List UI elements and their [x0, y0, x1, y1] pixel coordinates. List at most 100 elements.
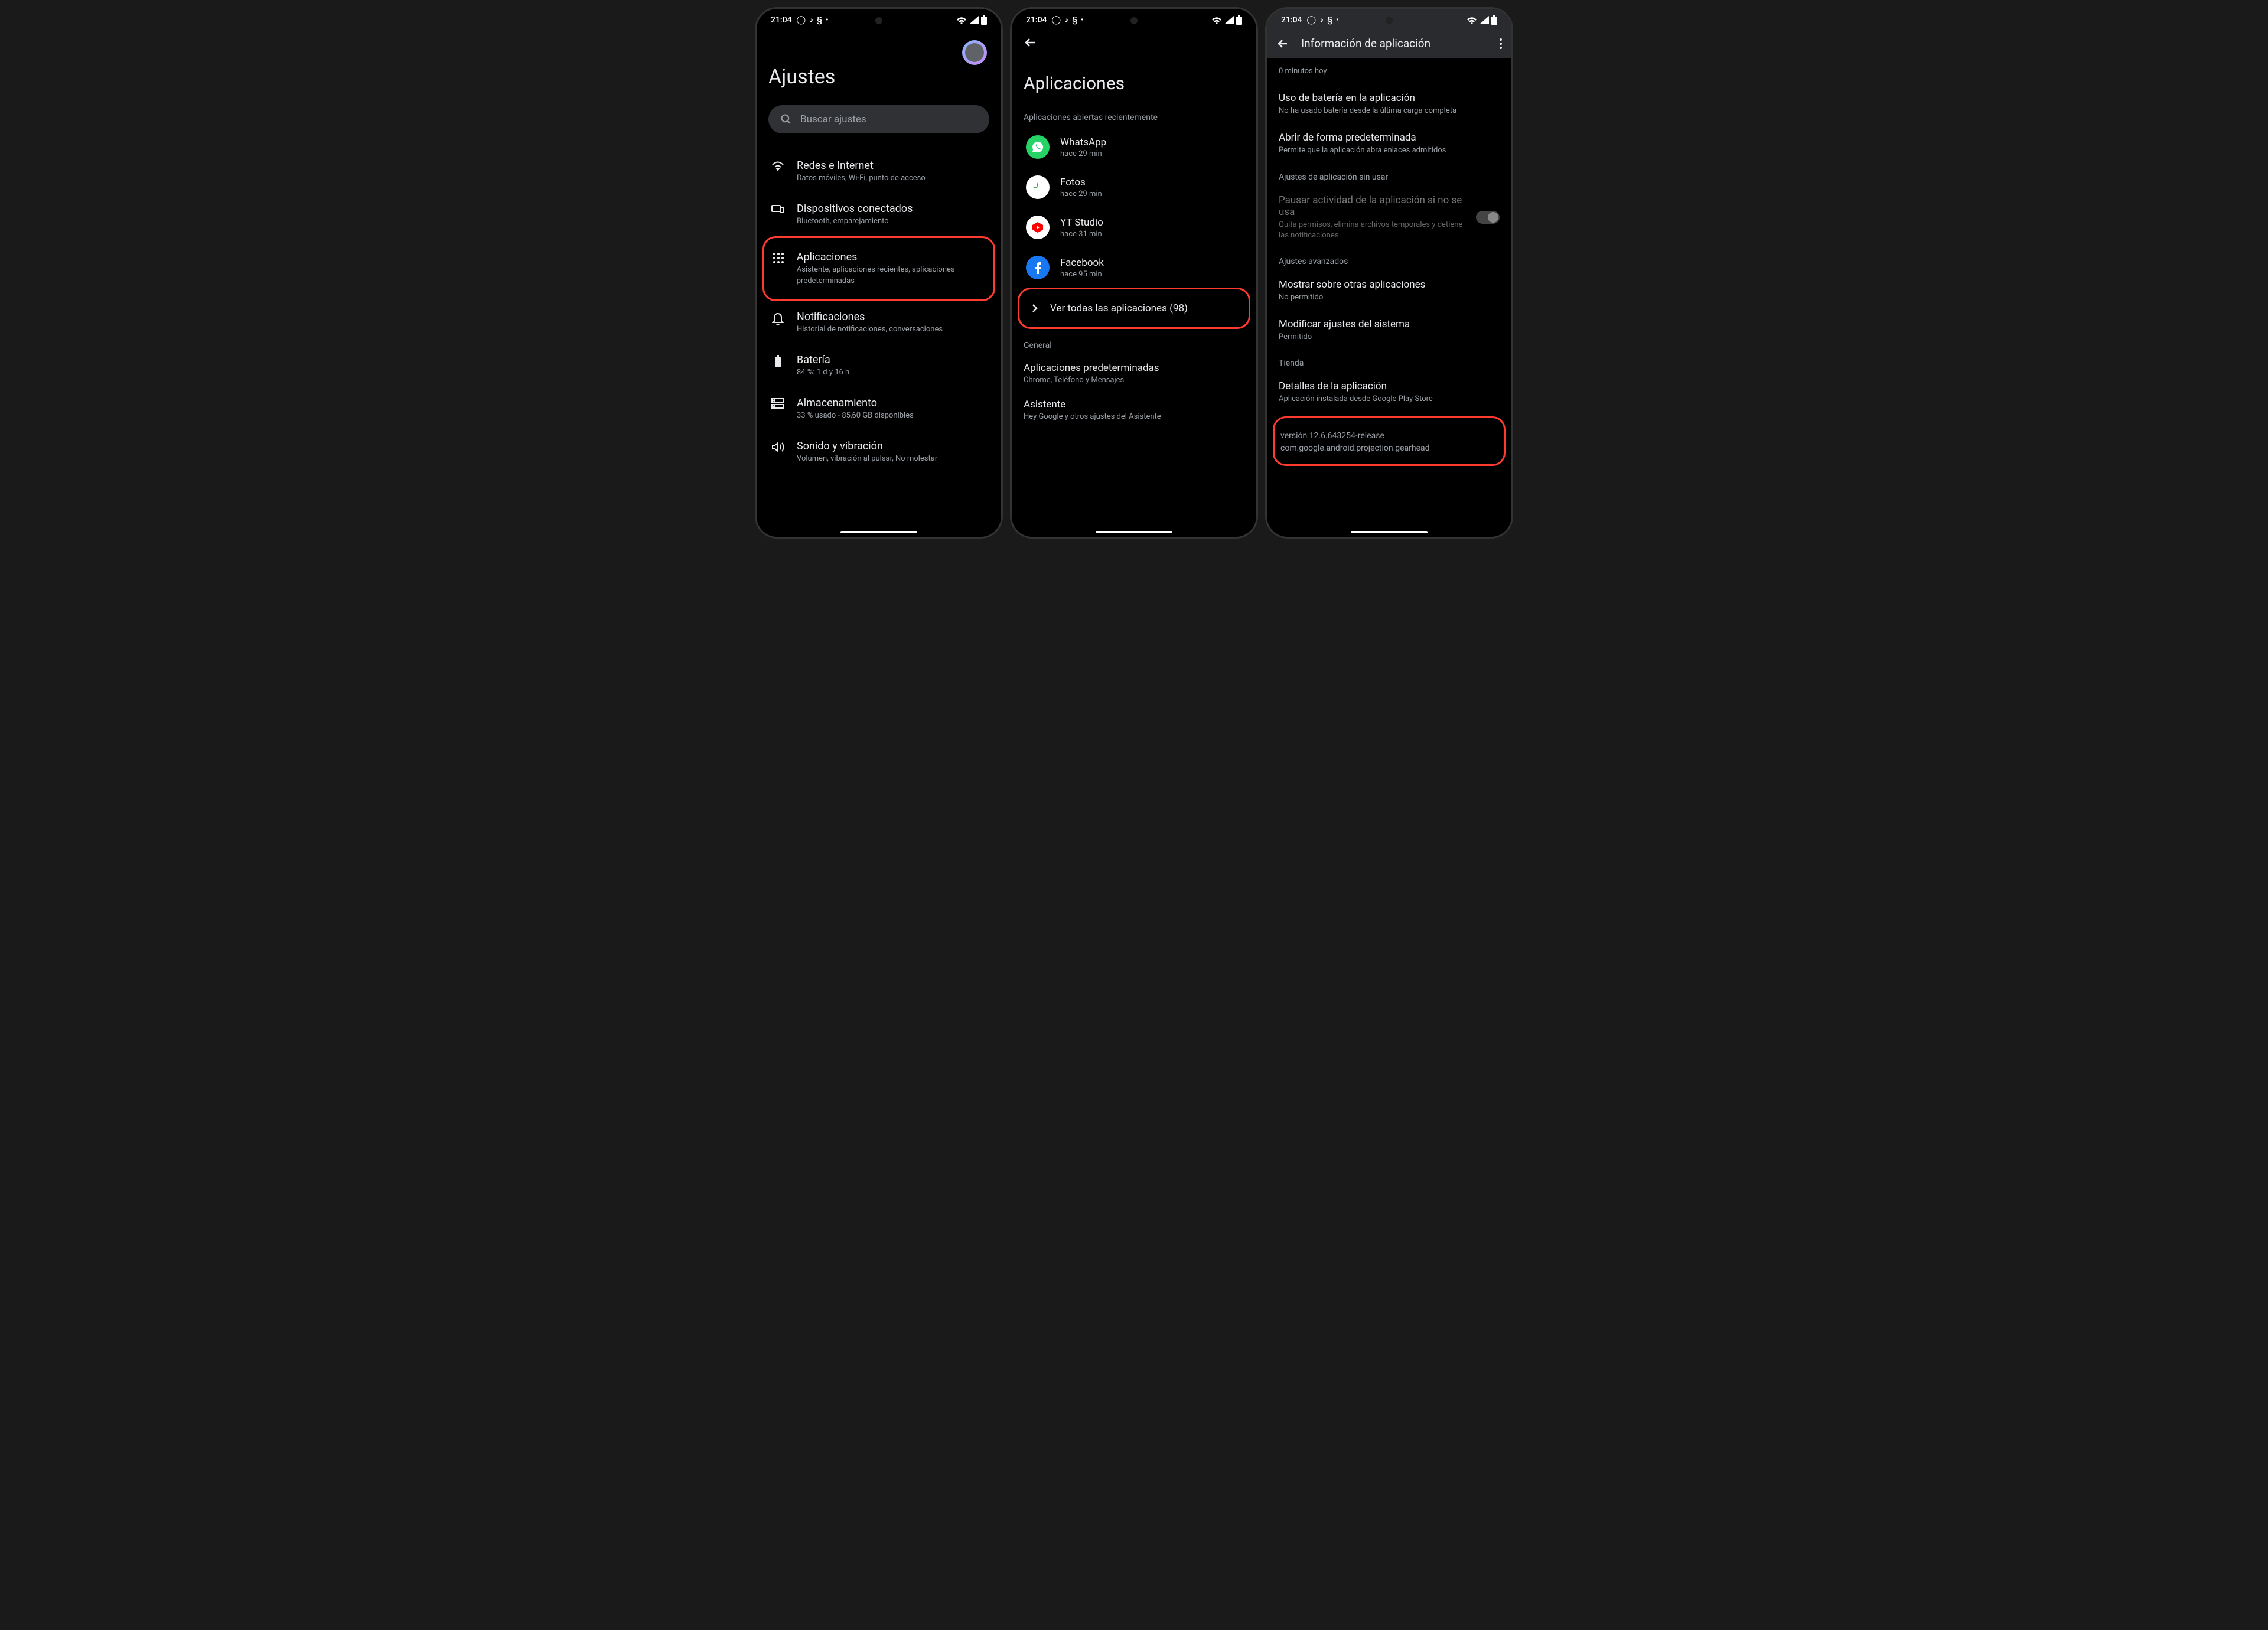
app-sub: hace 29 min: [1060, 190, 1102, 198]
search-placeholder: Buscar ajustes: [800, 113, 866, 125]
page-title: Ajustes: [768, 65, 989, 89]
overflow-menu-button[interactable]: [1500, 38, 1502, 49]
app-label: YT Studio: [1060, 217, 1103, 229]
facebook-icon: [1026, 256, 1050, 279]
status-right-icons: [1467, 15, 1497, 25]
tiktok-status-icon: ♪: [809, 15, 813, 25]
app-sub: hace 29 min: [1060, 149, 1106, 158]
row-open-default[interactable]: Abrir de forma predeterminada Permite qu…: [1279, 124, 1500, 164]
arrow-back-icon: [1024, 35, 1038, 50]
see-all-label: Ver todas las aplicaciones (98): [1050, 302, 1188, 314]
app-row-ytstudio[interactable]: YT Studio hace 31 min: [1024, 207, 1244, 247]
threads-status-icon: §: [817, 15, 822, 25]
row-battery[interactable]: Batería 84 %: 1 d y 16 h: [768, 344, 989, 387]
see-all-apps-row[interactable]: Ver todas las aplicaciones (98): [1025, 293, 1243, 324]
row-app-details[interactable]: Detalles de la aplicación Aplicación ins…: [1279, 373, 1500, 412]
package-name: com.google.android.projection.gearhead: [1280, 442, 1498, 455]
back-button[interactable]: [1024, 28, 1244, 50]
status-right-icons: [956, 15, 987, 25]
row-screen-time[interactable]: 0 minutos hoy: [1279, 58, 1500, 84]
row-devices[interactable]: Dispositivos conectados Bluetooth, empar…: [768, 193, 989, 236]
status-app-icons: ◯♪§•: [1052, 15, 1084, 25]
row-modify-system[interactable]: Modificar ajustes del sistema Permitido: [1279, 311, 1500, 350]
nav-pill[interactable]: [1351, 531, 1428, 533]
app-row-photos[interactable]: Fotos hace 29 min: [1024, 167, 1244, 207]
row-assistant[interactable]: Asistente Hey Google y otros ajustes del…: [1024, 392, 1244, 428]
app-label: Facebook: [1060, 257, 1104, 269]
row-battery-usage[interactable]: Uso de batería en la aplicación No ha us…: [1279, 84, 1500, 124]
row-sound[interactable]: Sonido y vibración Volumen, vibración al…: [768, 431, 989, 474]
wifi-icon: [1467, 16, 1477, 24]
pause-toggle[interactable]: [1476, 211, 1500, 224]
nav-pill[interactable]: [840, 531, 917, 533]
row-label: Detalles de la aplicación: [1279, 380, 1500, 392]
search-settings[interactable]: Buscar ajustes: [768, 105, 989, 133]
row-sub: No permitido: [1279, 292, 1500, 303]
row-sub: Historial de notificaciones, conversacio…: [797, 324, 943, 335]
row-label: Mostrar sobre otras aplicaciones: [1279, 279, 1500, 291]
row-sub: Permite que la aplicación abra enlaces a…: [1279, 145, 1500, 156]
app-row-facebook[interactable]: Facebook hace 95 min: [1024, 247, 1244, 288]
row-storage[interactable]: Almacenamiento 33 % usado - 85,60 GB dis…: [768, 387, 989, 431]
app-sub: hace 95 min: [1060, 270, 1104, 279]
search-icon: [780, 113, 792, 125]
chevron-right-icon: [1030, 304, 1040, 313]
profile-avatar[interactable]: [962, 40, 987, 65]
row-sub: 84 %: 1 d y 16 h: [797, 367, 849, 378]
battery-icon: [774, 355, 782, 368]
row-overlay[interactable]: Mostrar sobre otras aplicaciones No perm…: [1279, 271, 1500, 311]
status-time: 21:04: [771, 15, 792, 25]
app-label: WhatsApp: [1060, 136, 1106, 148]
row-label: Sonido y vibración: [797, 440, 937, 452]
highlight-apps: Aplicaciones Asistente, aplicaciones rec…: [762, 236, 995, 301]
status-app-icons: ◯♪§•: [1307, 15, 1339, 25]
app-row-whatsapp[interactable]: WhatsApp hace 29 min: [1024, 127, 1244, 167]
recent-apps-header: Aplicaciones abiertas recientemente: [1024, 113, 1244, 122]
camera-notch: [1386, 17, 1393, 24]
ytstudio-icon: [1026, 216, 1050, 239]
row-label: Batería: [797, 354, 849, 366]
row-pause-activity[interactable]: Pausar actividad de la aplicación si no …: [1279, 187, 1500, 249]
camera-notch: [1130, 17, 1138, 24]
row-label: Abrir de forma predeterminada: [1279, 132, 1500, 144]
phone-settings: 21:04 ◯ ♪ § • Ajustes Buscar ajustes Red…: [755, 7, 1003, 539]
row-sub: 0 minutos hoy: [1279, 66, 1500, 77]
row-label: Almacenamiento: [797, 397, 914, 409]
row-default-apps[interactable]: Aplicaciones predeterminadas Chrome, Tel…: [1024, 355, 1244, 392]
advanced-header: Ajustes avanzados: [1279, 257, 1500, 266]
row-label: Uso de batería en la aplicación: [1279, 92, 1500, 104]
status-time: 21:04: [1281, 15, 1302, 25]
row-sub: Quita permisos, elimina archivos tempora…: [1279, 220, 1470, 241]
nav-pill[interactable]: [1096, 531, 1172, 533]
row-sub: Asistente, aplicaciones recientes, aplic…: [797, 265, 985, 286]
app-sub: hace 31 min: [1060, 230, 1103, 239]
version-string: versión 12.6.643254-release: [1280, 430, 1498, 442]
camera-notch: [875, 17, 882, 24]
row-sub: No ha usado batería desde la última carg…: [1279, 106, 1500, 116]
row-label: Aplicaciones predeterminadas: [1024, 362, 1244, 374]
row-sub: Chrome, Teléfono y Mensajes: [1024, 376, 1244, 384]
topbar: Información de aplicación: [1267, 28, 1511, 58]
row-notifications[interactable]: Notificaciones Historial de notificacion…: [768, 301, 989, 344]
back-button[interactable]: [1276, 37, 1289, 50]
row-label-cut: [1279, 58, 1500, 64]
highlight-version: versión 12.6.643254-release com.google.a…: [1273, 416, 1506, 466]
row-label: Redes e Internet: [797, 159, 926, 172]
highlight-see-all: Ver todas las aplicaciones (98): [1018, 288, 1250, 329]
signal-icon: [1224, 16, 1234, 24]
app-label: Fotos: [1060, 177, 1102, 188]
wifi-icon: [1211, 16, 1222, 24]
row-sub: Bluetooth, emparejamiento: [797, 216, 913, 227]
row-network[interactable]: Redes e Internet Datos móviles, Wi-Fi, p…: [768, 150, 989, 193]
wifi-icon: [771, 161, 784, 171]
bell-icon: [772, 312, 784, 325]
row-apps[interactable]: Aplicaciones Asistente, aplicaciones rec…: [770, 242, 988, 295]
row-label: Notificaciones: [797, 311, 943, 323]
apps-grid-icon: [773, 252, 784, 264]
phone-apps-list: 21:04 ◯♪§• Aplicaciones Aplicaciones abi…: [1010, 7, 1258, 539]
unused-header: Ajustes de aplicación sin usar: [1279, 172, 1500, 182]
battery-icon: [981, 15, 987, 25]
row-sub: Datos móviles, Wi-Fi, punto de acceso: [797, 173, 926, 184]
devices-icon: [771, 204, 784, 214]
row-sub: Aplicación instalada desde Google Play S…: [1279, 394, 1500, 405]
